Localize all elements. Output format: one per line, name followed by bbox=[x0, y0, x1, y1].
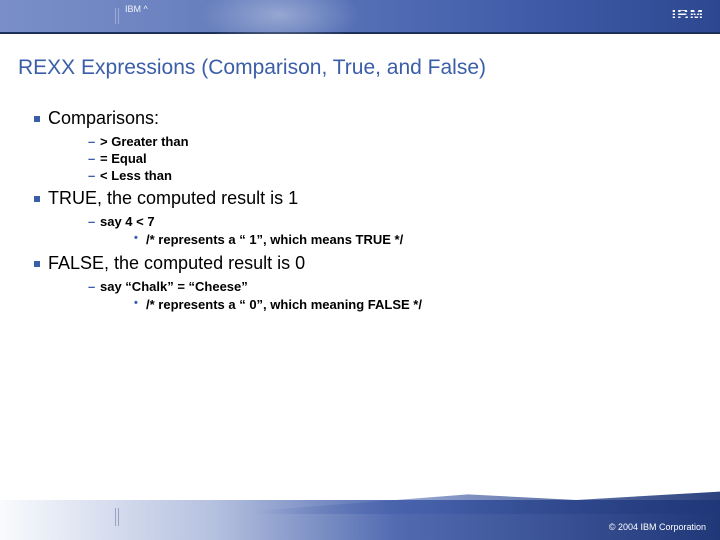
bullet-heading: Comparisons: bbox=[48, 108, 159, 128]
sub-item-text: say 4 < 7 bbox=[100, 214, 155, 229]
slide-content: REXX Expressions (Comparison, True, and … bbox=[0, 34, 720, 314]
copyright-text: © 2004 IBM Corporation bbox=[609, 522, 706, 532]
bullet-list: Comparisons: > Greater than = Equal < Le… bbox=[18, 108, 702, 314]
bullet-item: Comparisons: > Greater than = Equal < Le… bbox=[34, 108, 702, 184]
bullet-heading: FALSE, the computed result is 0 bbox=[48, 253, 305, 273]
sub-list: say “Chalk” = “Cheese” /* represents a “… bbox=[48, 278, 702, 314]
ibm-logo: IBM bbox=[672, 7, 704, 25]
sub-sub-item: /* represents a “ 1”, which means TRUE *… bbox=[134, 231, 702, 248]
header-label: IBM ^ bbox=[125, 4, 148, 14]
slide-footer: © 2004 IBM Corporation bbox=[0, 500, 720, 540]
sub-item-text: say “Chalk” = “Cheese” bbox=[100, 279, 248, 294]
sub-sub-item: /* represents a “ 0”, which meaning FALS… bbox=[134, 296, 702, 313]
sub-sub-list: /* represents a “ 0”, which meaning FALS… bbox=[100, 296, 702, 313]
sub-list: > Greater than = Equal < Less than bbox=[48, 133, 702, 184]
sub-sub-list: /* represents a “ 1”, which means TRUE *… bbox=[100, 231, 702, 248]
sub-item: = Equal bbox=[88, 150, 702, 167]
bullet-item: FALSE, the computed result is 0 say “Cha… bbox=[34, 253, 702, 314]
sub-item: say 4 < 7 /* represents a “ 1”, which me… bbox=[88, 213, 702, 249]
sub-item: say “Chalk” = “Cheese” /* represents a “… bbox=[88, 278, 702, 314]
bullet-item: TRUE, the computed result is 1 say 4 < 7… bbox=[34, 188, 702, 249]
sub-list: say 4 < 7 /* represents a “ 1”, which me… bbox=[48, 213, 702, 249]
slide-header: IBM ^ IBM bbox=[0, 0, 720, 34]
footer-wave bbox=[0, 486, 720, 514]
slide-title: REXX Expressions (Comparison, True, and … bbox=[18, 56, 702, 80]
sub-item: > Greater than bbox=[88, 133, 702, 150]
bullet-heading: TRUE, the computed result is 1 bbox=[48, 188, 298, 208]
sub-item: < Less than bbox=[88, 167, 702, 184]
